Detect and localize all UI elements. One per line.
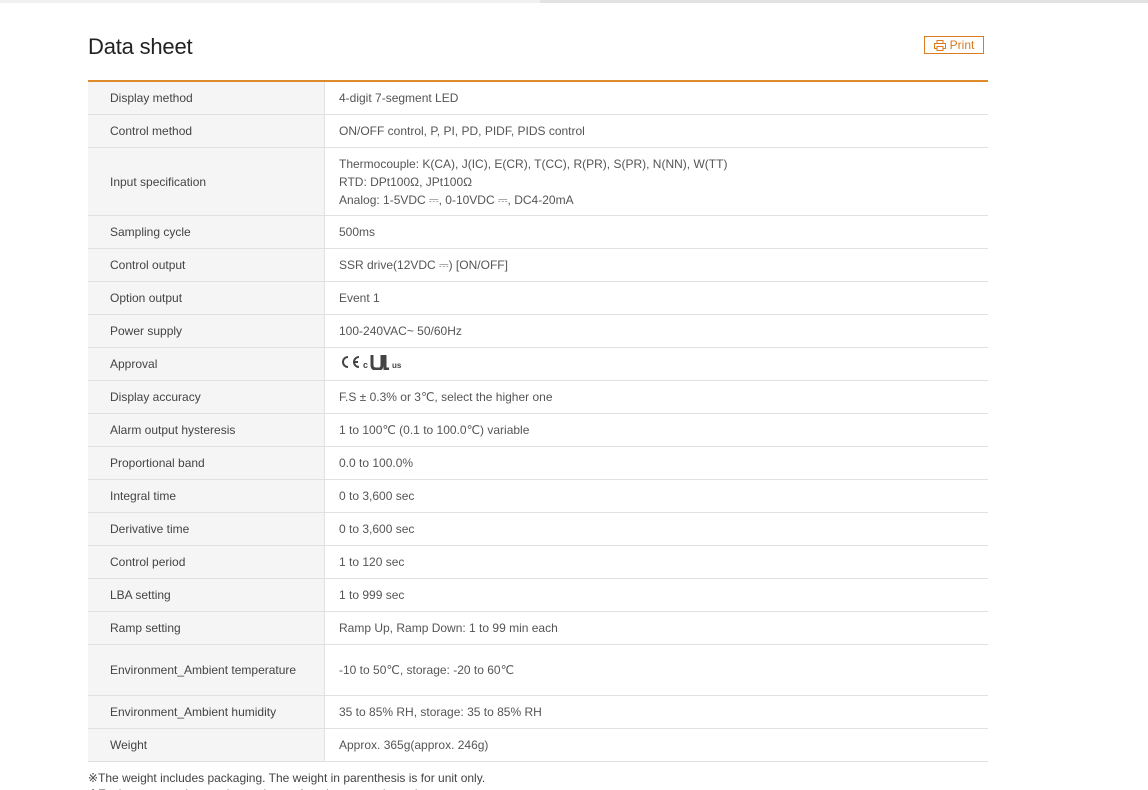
spec-label: Option output <box>88 281 325 315</box>
spec-value: 0 to 3,600 sec <box>324 512 988 546</box>
spec-value: 4-digit 7-segment LED <box>324 81 988 115</box>
spec-value-line: 0 to 3,600 sec <box>339 489 415 503</box>
page-title: Data sheet <box>88 34 193 59</box>
spec-value-line: Event 1 <box>339 291 380 305</box>
spec-label: Environment_Ambient humidity <box>88 695 325 729</box>
data-sheet-table: Display method 4-digit 7-segment LED Contr… <box>88 80 988 762</box>
spec-row: Weight Approx. 365g(approx. 246g) <box>88 728 988 762</box>
ul-c-mark: c <box>363 359 369 370</box>
spec-value: 0.0 to 100.0% <box>324 446 988 480</box>
spec-value: Approx. 365g(approx. 246g) <box>324 728 988 762</box>
spec-label: Sampling cycle <box>88 215 325 249</box>
spec-row: Environment_Ambient humidity 35 to 85% RH… <box>88 695 988 729</box>
spec-value-line: 1 to 120 sec <box>339 555 405 569</box>
print-button[interactable]: Print <box>924 36 984 54</box>
spec-value: 0 to 3,600 sec <box>324 479 988 513</box>
spec-label: Power supply <box>88 314 325 348</box>
spec-row: Proportional band 0.0 to 100.0% <box>88 446 988 480</box>
spec-row: LBA setting 1 to 999 sec <box>88 578 988 612</box>
spec-value-line: ON/OFF control, P, PI, PD, PIDF, PIDS co… <box>339 124 585 138</box>
spec-value-line: Approx. 365g(approx. 246g) <box>339 738 489 752</box>
ul-mark-icon <box>370 354 390 370</box>
spec-value: -10 to 50℃, storage: -20 to 60℃ <box>324 644 988 696</box>
spec-label: Ramp setting <box>88 611 325 645</box>
spec-value-line: -10 to 50℃, storage: -20 to 60℃ <box>339 663 515 677</box>
spec-value-line: 0.0 to 100.0% <box>339 456 414 470</box>
spec-value: 500ms <box>324 215 988 249</box>
weight-note: ※The weight includes packaging. The weig… <box>88 771 486 785</box>
spec-row: Derivative time 0 to 3,600 sec <box>88 512 988 546</box>
print-label: Print <box>949 38 975 52</box>
spec-value: Thermocouple: K(CA), J(IC), E(CR), T(CC)… <box>324 147 988 216</box>
spec-label: Environment_Ambient temperature <box>88 644 325 696</box>
spec-row: Power supply 100-240VAC~ 50/60Hz <box>88 314 988 348</box>
spec-row: Display accuracy F.S ± 0.3% or 3℃, select… <box>88 380 988 414</box>
spec-value: SSR drive(12VDC ⎓) [ON/OFF] <box>324 248 988 282</box>
spec-label: LBA setting <box>88 578 325 612</box>
spec-row: Integral time 0 to 3,600 sec <box>88 479 988 513</box>
spec-label: Derivative time <box>88 512 325 546</box>
spec-value-line: 0 to 3,600 sec <box>339 522 415 536</box>
spec-row: Input specification Thermocouple: K(CA), … <box>88 147 988 216</box>
spec-value: 1 to 999 sec <box>324 578 988 612</box>
spec-value-line: 500ms <box>339 225 376 239</box>
spec-value-line: F.S ± 0.3% or 3℃, select the higher one <box>339 390 553 404</box>
spec-value: 1 to 100℃ (0.1 to 100.0℃) variable <box>324 413 988 447</box>
spec-row: Display method 4-digit 7-segment LED <box>88 81 988 115</box>
spec-value: Event 1 <box>324 281 988 315</box>
spec-value-line: Thermocouple: K(CA), J(IC), E(CR), T(CC)… <box>339 156 728 171</box>
spec-value-line: RTD: DPt100Ω, JPt100Ω <box>339 174 473 189</box>
spec-label: Input specification <box>88 147 325 216</box>
spec-label: Approval <box>88 347 325 381</box>
spec-value-line: Analog: 1-5VDC ⎓, 0-10VDC ⎓, DC4-20mA <box>339 192 574 207</box>
spec-value-line: 4-digit 7-segment LED <box>339 91 459 105</box>
spec-label: Proportional band <box>88 446 325 480</box>
spec-row: Option output Event 1 <box>88 281 988 315</box>
spec-label: Control method <box>88 114 325 148</box>
spec-row: Approval c us <box>88 347 988 381</box>
spec-label: Control output <box>88 248 325 282</box>
spec-value: c us <box>324 347 988 381</box>
spec-label: Integral time <box>88 479 325 513</box>
spec-row: Control output SSR drive(12VDC ⎓) [ON/OFF… <box>88 248 988 282</box>
spec-value: 1 to 120 sec <box>324 545 988 579</box>
ce-mark-icon <box>339 354 361 370</box>
spec-label: Display accuracy <box>88 380 325 414</box>
spec-row: Ramp setting Ramp Up, Ramp Down: 1 to 99 … <box>88 611 988 645</box>
spec-value: Ramp Up, Ramp Down: 1 to 99 min each <box>324 611 988 645</box>
spec-label: Display method <box>88 81 325 115</box>
spec-label: Control period <box>88 545 325 579</box>
spec-label: Weight <box>88 728 325 762</box>
spec-value-line: 1 to 999 sec <box>339 588 405 602</box>
approval-marks: c us <box>339 354 401 370</box>
spec-value-line: SSR drive(12VDC ⎓) [ON/OFF] <box>339 258 508 272</box>
spec-value: F.S ± 0.3% or 3℃, select the higher one <box>324 380 988 414</box>
spec-row: Alarm output hysteresis 1 to 100℃ (0.1 to… <box>88 413 988 447</box>
spec-value-line: 100-240VAC~ 50/60Hz <box>339 324 462 338</box>
spec-row: Control method ON/OFF control, P, PI, PD,… <box>88 114 988 148</box>
spec-value: ON/OFF control, P, PI, PD, PIDF, PIDS co… <box>324 114 988 148</box>
spec-label: Alarm output hysteresis <box>88 413 325 447</box>
spec-value-line: Ramp Up, Ramp Down: 1 to 99 min each <box>339 621 558 635</box>
spec-row: Sampling cycle 500ms <box>88 215 988 249</box>
spec-row: Control period 1 to 120 sec <box>88 545 988 579</box>
top-divider <box>0 0 1148 3</box>
spec-value: 100-240VAC~ 50/60Hz <box>324 314 988 348</box>
printer-icon <box>933 39 946 51</box>
spec-value-line: 1 to 100℃ (0.1 to 100.0℃) variable <box>339 423 530 437</box>
ul-us-mark: us <box>392 360 402 370</box>
spec-row: Environment_Ambient temperature -10 to 50… <box>88 644 988 696</box>
spec-value-line: 35 to 85% RH, storage: 35 to 85% RH <box>339 705 542 719</box>
spec-value: 35 to 85% RH, storage: 35 to 85% RH <box>324 695 988 729</box>
